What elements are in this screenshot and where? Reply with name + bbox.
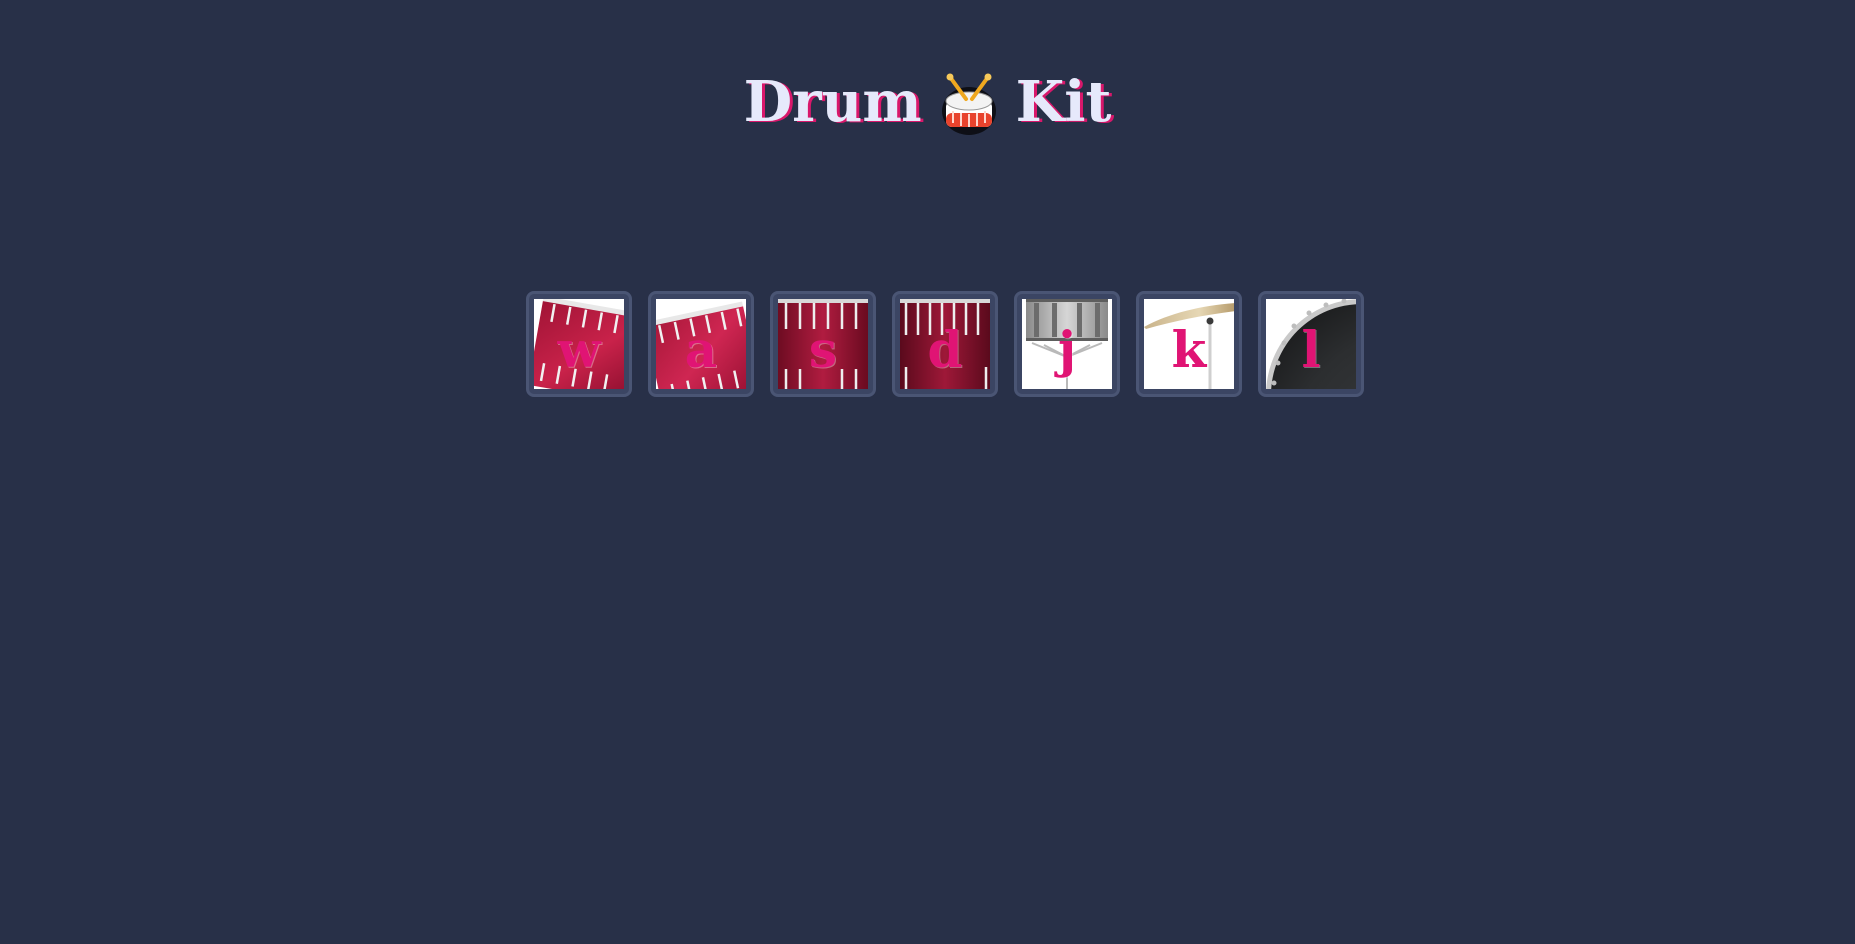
snare-drum-image: j (1022, 299, 1112, 389)
pad-key-label: a (684, 319, 718, 379)
tom-drum-image: w (534, 299, 624, 389)
tom-drum-image: d (900, 299, 990, 389)
pad-key-label: w (557, 319, 601, 379)
tom-drum-image: s (778, 299, 868, 389)
pad-key-label: d (927, 319, 963, 379)
pad-key-label: j (1057, 319, 1077, 379)
drum-pad-l[interactable]: l (1258, 291, 1364, 397)
title-text-left: Drum (743, 68, 922, 135)
kick-drum-image: l (1266, 299, 1356, 389)
drum-emoji-icon (940, 71, 998, 137)
drum-pad-k[interactable]: k (1136, 291, 1242, 397)
pad-key-label: k (1171, 319, 1207, 379)
tom-drum-image: a (656, 299, 746, 389)
page-title: Drum Kit (0, 66, 1855, 138)
drum-pad-s[interactable]: s (770, 291, 876, 397)
title-text-right: Kit (1015, 68, 1112, 135)
drum-pad-a[interactable]: a (648, 291, 754, 397)
pad-key-label: s (808, 319, 838, 379)
crash-cymbal-image: k (1144, 299, 1234, 389)
pad-key-label: l (1301, 319, 1321, 379)
drum-pad-w[interactable]: w (526, 291, 632, 397)
drum-kit: w a s d j k l (526, 291, 1364, 397)
drum-pad-j[interactable]: j (1014, 291, 1120, 397)
drum-pad-d[interactable]: d (892, 291, 998, 397)
